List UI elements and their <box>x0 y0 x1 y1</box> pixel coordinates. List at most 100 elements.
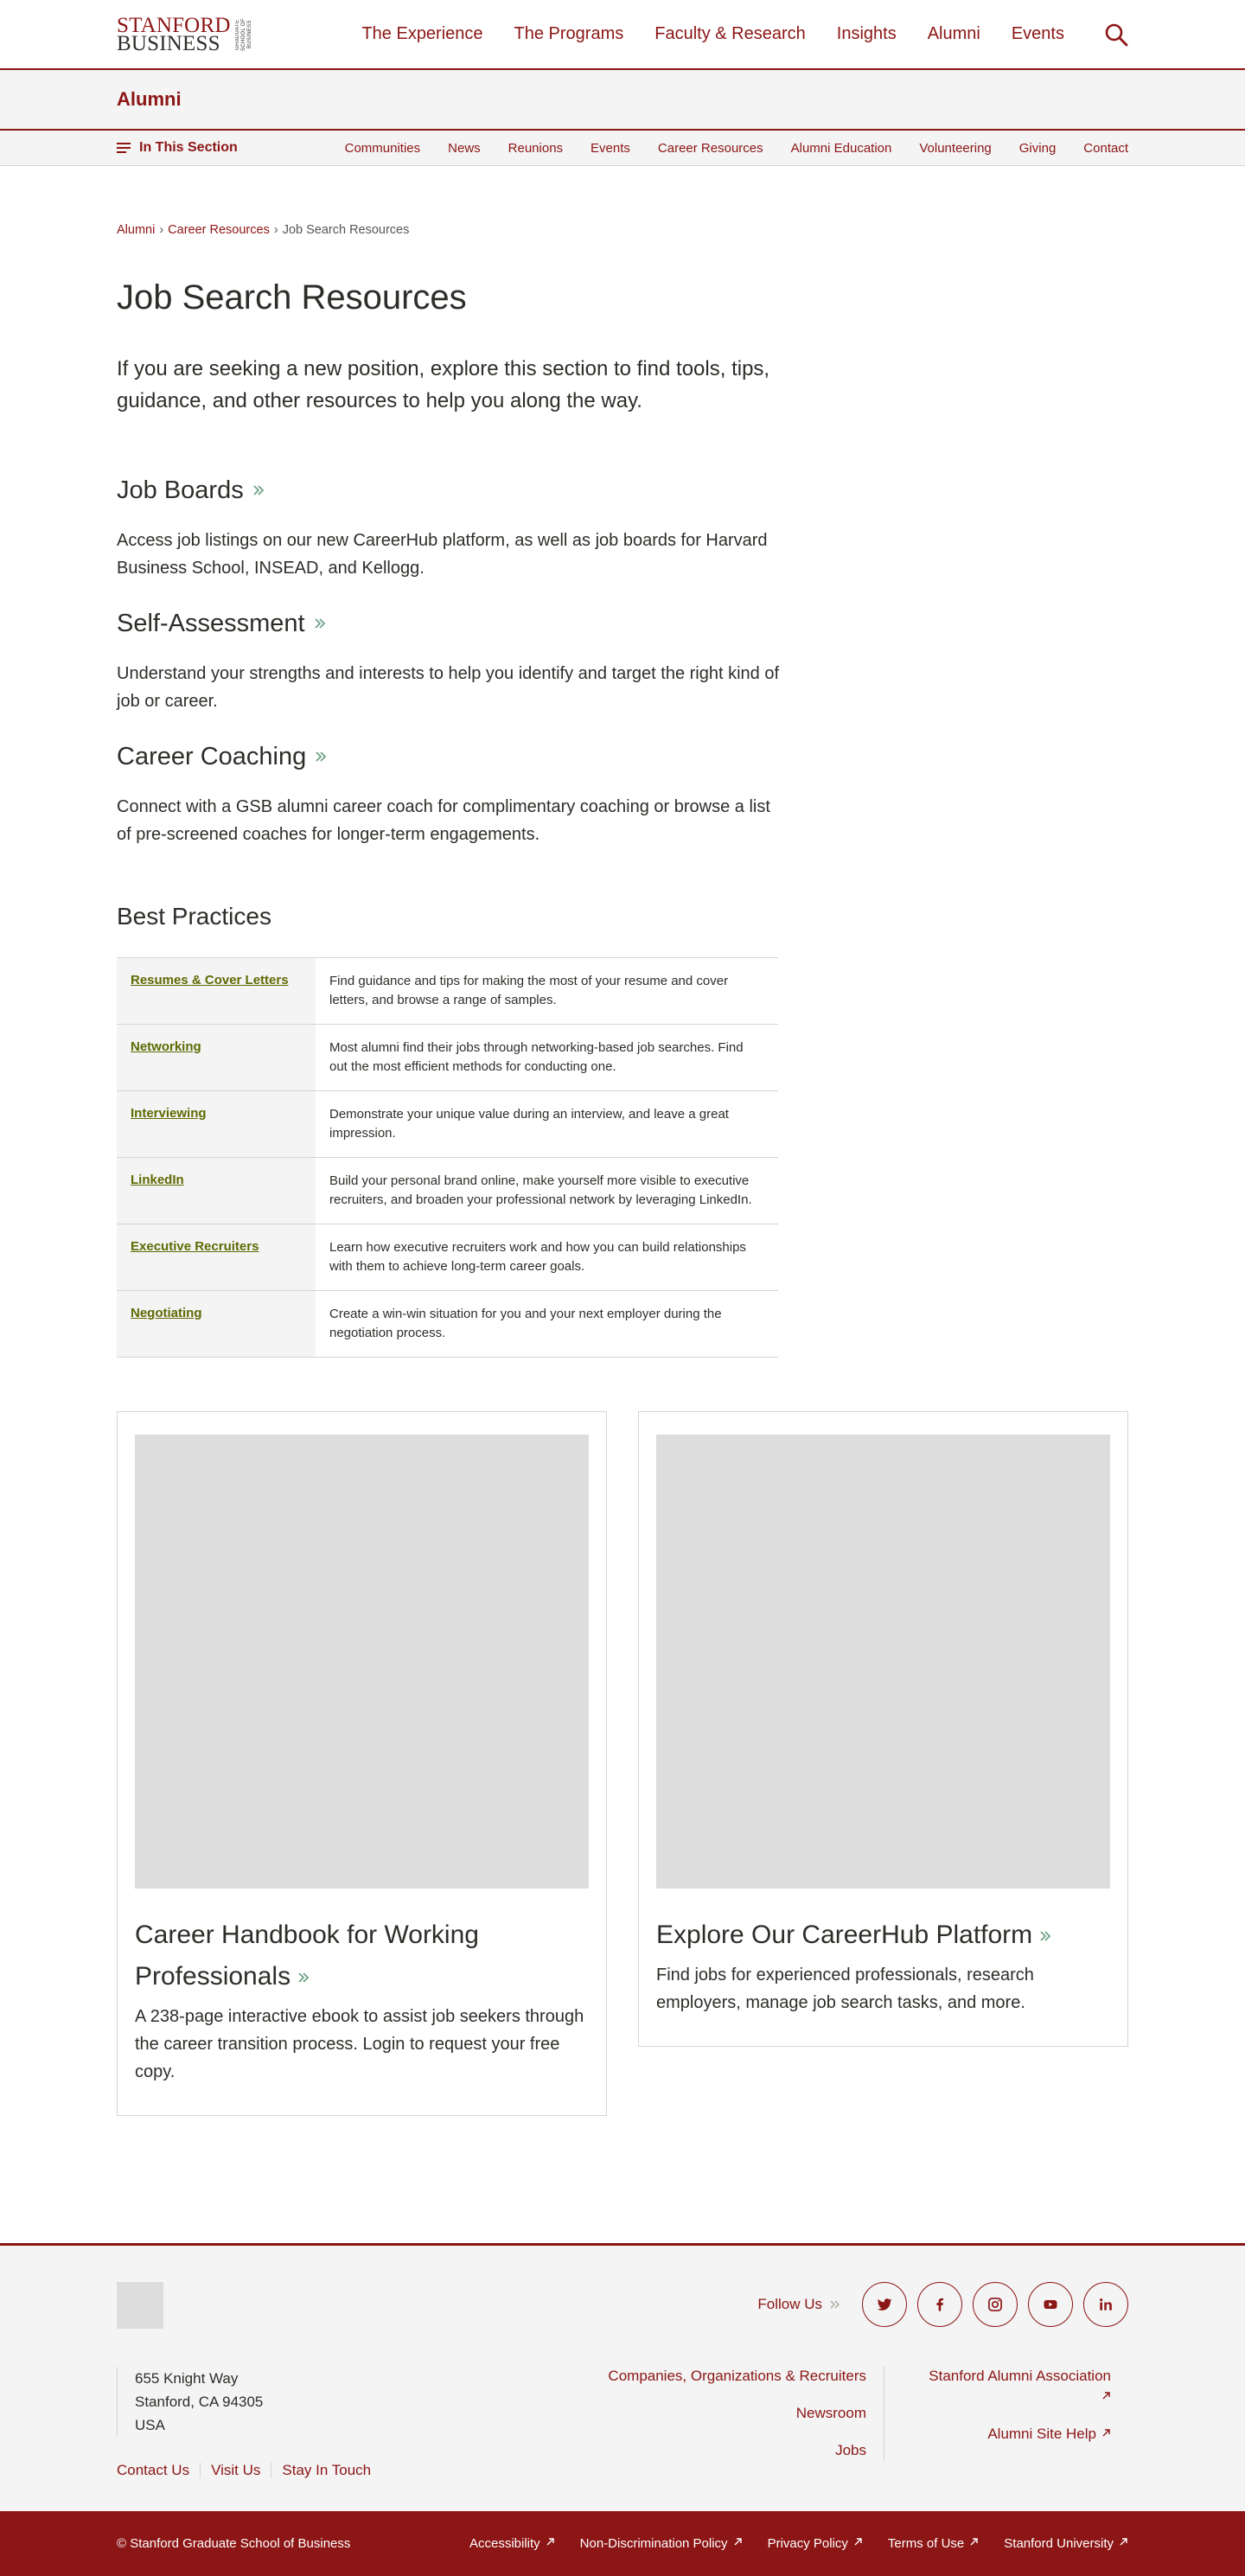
card-careerhub[interactable]: Explore Our CareerHub Platform Find jobs… <box>638 1411 1128 2047</box>
non-discrimination-link[interactable]: Non-Discrimination Policy <box>580 2536 743 2551</box>
section-title-bar: Alumni <box>0 70 1245 131</box>
legal-links: Accessibility Non-Discrimination Policy … <box>444 2536 1128 2551</box>
section-link-giving[interactable]: Giving <box>1019 141 1057 156</box>
resource-job-boards: Job Boards Access job listings on our ne… <box>117 475 1128 582</box>
resource-heading[interactable]: Career Coaching <box>117 741 1128 772</box>
section-title[interactable]: Alumni <box>117 88 182 111</box>
nav-events[interactable]: Events <box>1012 24 1064 44</box>
resource-description: Connect with a GSB alumni career coach f… <box>117 797 770 844</box>
table-row: Interviewing Demonstrate your unique val… <box>117 1091 778 1158</box>
double-chevron-right-icon <box>252 484 265 496</box>
breadcrumb-separator: › <box>159 223 164 237</box>
breadcrumb-alumni[interactable]: Alumni <box>117 223 155 237</box>
link-label: Privacy Policy <box>767 2536 848 2551</box>
section-link-reunions[interactable]: Reunions <box>508 141 563 156</box>
section-nav: In This Section Communities News Reunion… <box>0 131 1245 166</box>
jobs-link[interactable]: Jobs <box>608 2440 866 2461</box>
linkedin-icon[interactable] <box>1083 2282 1128 2327</box>
accessibility-link[interactable]: Accessibility <box>469 2536 555 2551</box>
page-title: Job Search Resources <box>117 278 467 316</box>
address-line: 655 Knight Way <box>135 2370 239 2387</box>
footer-logo[interactable] <box>117 2282 163 2329</box>
table-cell-label: Resumes & Cover Letters <box>117 958 316 1024</box>
companies-recruiters-link[interactable]: Companies, Organizations & Recruiters <box>608 2366 866 2387</box>
twitter-icon[interactable] <box>862 2282 907 2327</box>
link-label: Non-Discrimination Policy <box>579 2536 728 2551</box>
site-footer: Follow Us 655 Knight Way Stanford, CA 94… <box>0 2243 1245 2511</box>
nav-insights[interactable]: Insights <box>837 24 897 44</box>
logo-subtitle: GRADUATE SCHOOL OF BUSINESS <box>234 17 252 51</box>
breadcrumb-career-resources[interactable]: Career Resources <box>168 223 270 237</box>
table-cell-label: Interviewing <box>117 1091 316 1157</box>
table-row: Resumes & Cover Letters Find guidance an… <box>117 958 778 1025</box>
stay-in-touch-link[interactable]: Stay In Touch <box>271 2463 381 2478</box>
footer-links-middle: Companies, Organizations & Recruiters Ne… <box>608 2366 884 2461</box>
follow-us-label: Follow Us <box>757 2296 822 2312</box>
section-links: Communities News Reunions Events Career … <box>317 141 1128 156</box>
contact-us-link[interactable]: Contact Us <box>117 2463 200 2478</box>
in-this-section-toggle[interactable]: In This Section <box>117 140 238 156</box>
search-icon[interactable] <box>1104 22 1128 47</box>
table-cell-text: Learn how executive recruiters work and … <box>329 1240 746 1274</box>
resource-title[interactable]: Job Boards <box>117 475 244 506</box>
table-cell-label: Negotiating <box>117 1291 316 1357</box>
alumni-site-help-link[interactable]: Alumni Site Help <box>903 2424 1111 2445</box>
newsroom-link[interactable]: Newsroom <box>608 2403 866 2424</box>
best-practice-link-linkedin[interactable]: LinkedIn <box>131 1173 184 1187</box>
stanford-university-link[interactable]: Stanford University <box>1004 2536 1128 2551</box>
card-title-text[interactable]: Explore Our CareerHub Platform <box>656 1921 1032 1949</box>
nav-the-experience[interactable]: The Experience <box>361 24 482 44</box>
table-cell-text: Build your personal brand online, make y… <box>329 1173 752 1207</box>
footer-links-right: Stanford Alumni Association Alumni Site … <box>903 2366 1111 2461</box>
terms-of-use-link[interactable]: Terms of Use <box>888 2536 979 2551</box>
link-label: Stanford Alumni Association <box>929 2368 1111 2384</box>
nav-the-programs[interactable]: The Programs <box>514 24 624 44</box>
best-practices-title: Best Practices <box>117 903 271 930</box>
best-practice-link-resumes[interactable]: Resumes & Cover Letters <box>131 973 289 988</box>
table-cell-label: Networking <box>117 1025 316 1090</box>
instagram-icon[interactable] <box>973 2282 1018 2327</box>
table-cell-label: LinkedIn <box>117 1158 316 1224</box>
nav-faculty-research[interactable]: Faculty & Research <box>654 24 806 44</box>
address-line: Stanford, CA 94305 <box>135 2394 264 2410</box>
section-link-news[interactable]: News <box>448 141 481 156</box>
external-link-icon <box>1101 2428 1111 2438</box>
resource-title[interactable]: Career Coaching <box>117 741 306 772</box>
social-links: Follow Us <box>757 2282 1128 2327</box>
best-practice-link-negotiating[interactable]: Negotiating <box>131 1306 202 1320</box>
section-link-volunteering[interactable]: Volunteering <box>919 141 991 156</box>
youtube-icon[interactable] <box>1028 2282 1073 2327</box>
card-image-placeholder <box>656 1435 1110 1889</box>
resource-heading[interactable]: Job Boards <box>117 475 1128 506</box>
best-practice-link-executive-recruiters[interactable]: Executive Recruiters <box>131 1239 259 1254</box>
in-this-section-label: In This Section <box>139 140 238 155</box>
section-link-communities[interactable]: Communities <box>345 141 421 156</box>
logo-line-2: BUSINESS <box>117 31 220 55</box>
facebook-icon[interactable] <box>917 2282 962 2327</box>
privacy-policy-link[interactable]: Privacy Policy <box>768 2536 863 2551</box>
table-row: LinkedIn Build your personal brand onlin… <box>117 1158 778 1224</box>
visit-us-link[interactable]: Visit Us <box>200 2463 271 2478</box>
section-link-alumni-education[interactable]: Alumni Education <box>791 141 892 156</box>
nav-alumni[interactable]: Alumni <box>928 24 980 44</box>
section-link-events[interactable]: Events <box>591 141 630 156</box>
best-practice-link-networking[interactable]: Networking <box>131 1039 201 1054</box>
resource-description: Understand your strengths and interests … <box>117 664 780 711</box>
breadcrumb-current: Job Search Resources <box>282 223 410 237</box>
card-title[interactable]: Explore Our CareerHub Platform <box>656 1914 1110 1956</box>
stanford-gsb-logo[interactable]: STANFORD BUSINESS GRADUATE SCHOOL OF BUS… <box>117 15 253 55</box>
external-link-icon <box>853 2537 863 2547</box>
best-practice-link-interviewing[interactable]: Interviewing <box>131 1106 207 1121</box>
link-label: Alumni Site Help <box>987 2426 1096 2442</box>
follow-us: Follow Us <box>757 2296 841 2313</box>
logo-wordmark: STANFORD BUSINESS <box>117 15 231 55</box>
address-line: USA <box>135 2417 165 2433</box>
resource-title[interactable]: Self-Assessment <box>117 608 305 639</box>
card-title[interactable]: Career Handbook for Working Professional… <box>135 1914 589 1998</box>
section-link-contact[interactable]: Contact <box>1083 141 1128 156</box>
resource-heading[interactable]: Self-Assessment <box>117 608 1128 639</box>
card-career-handbook[interactable]: Career Handbook for Working Professional… <box>117 1411 607 2116</box>
stanford-alumni-association-link[interactable]: Stanford Alumni Association <box>903 2366 1111 2407</box>
table-cell-text: Demonstrate your unique value during an … <box>329 1107 729 1141</box>
section-link-career-resources[interactable]: Career Resources <box>658 141 763 156</box>
